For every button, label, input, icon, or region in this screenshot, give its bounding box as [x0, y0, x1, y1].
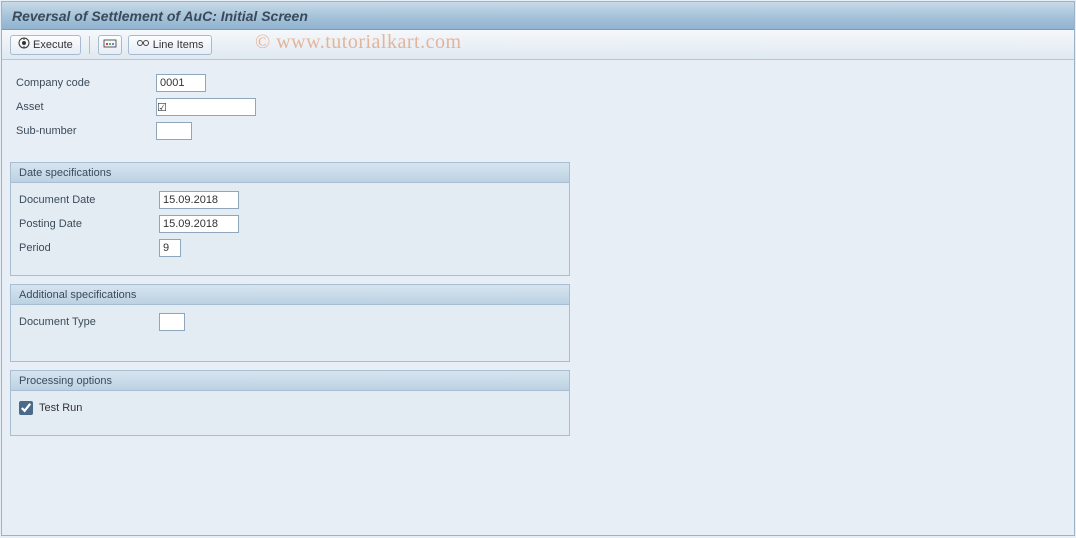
config-icon [103, 37, 117, 52]
posting-date-input[interactable] [159, 215, 239, 233]
line-items-button[interactable]: Line Items [128, 35, 212, 55]
processing-options-header: Processing options [11, 371, 569, 391]
test-run-label: Test Run [39, 402, 82, 414]
execute-button[interactable]: Execute [10, 35, 81, 55]
toolbar-separator [89, 36, 90, 54]
execute-icon [18, 37, 30, 52]
additional-specifications-header: Additional specifications [11, 285, 569, 305]
additional-specifications-group: Additional specifications Document Type [10, 284, 570, 362]
processing-options-group: Processing options Test Run [10, 370, 570, 436]
execute-label: Execute [33, 39, 73, 51]
period-input[interactable] [159, 239, 181, 257]
required-icon: ☑ [157, 101, 167, 114]
document-date-label: Document Date [19, 194, 159, 206]
company-code-label: Company code [16, 77, 156, 89]
document-type-input[interactable] [159, 313, 185, 331]
toolbar: Execute Line Items [2, 30, 1074, 60]
asset-label: Asset [16, 101, 156, 113]
asset-input-wrap[interactable]: ☑ [156, 98, 256, 116]
test-run-checkbox[interactable] [19, 401, 33, 415]
line-items-label: Line Items [153, 39, 204, 51]
document-type-label: Document Type [19, 316, 159, 328]
asset-input[interactable] [167, 99, 313, 115]
config-button[interactable] [98, 35, 122, 55]
company-code-input[interactable] [156, 74, 206, 92]
date-specifications-group: Date specifications Document Date Postin… [10, 162, 570, 276]
page-title: Reversal of Settlement of AuC: Initial S… [12, 8, 308, 24]
glasses-icon [136, 38, 150, 51]
subnumber-label: Sub-number [16, 125, 156, 137]
period-label: Period [19, 242, 159, 254]
basic-fields: Company code Asset ☑ Sub-number [10, 68, 1066, 154]
date-specifications-header: Date specifications [11, 163, 569, 183]
posting-date-label: Posting Date [19, 218, 159, 230]
document-date-input[interactable] [159, 191, 239, 209]
subnumber-input[interactable] [156, 122, 192, 140]
title-bar: Reversal of Settlement of AuC: Initial S… [2, 2, 1074, 30]
